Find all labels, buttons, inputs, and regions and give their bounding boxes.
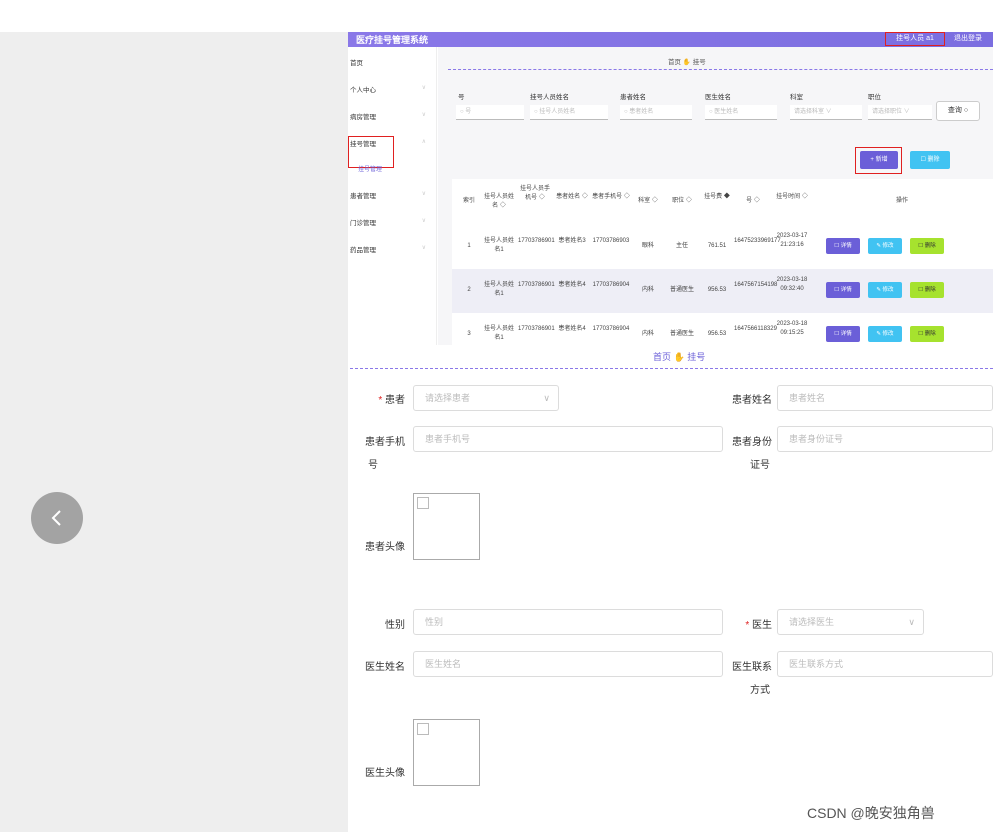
gender-label: 性别 [385, 620, 405, 631]
previous-image-button[interactable] [31, 492, 83, 544]
sidebar-item-clinic[interactable]: 门诊管理 ∨ [348, 213, 436, 229]
query-button[interactable]: 查询 ○ [936, 101, 980, 121]
chevron-down-icon: ∨ [421, 85, 426, 91]
doctor-avatar-label: 医生头像 [365, 768, 405, 779]
broken-image-icon [417, 497, 429, 509]
broken-image-icon [417, 723, 429, 735]
patient-id-label: 患者身份 [732, 437, 772, 448]
breadcrumb-home[interactable]: 首页 [653, 352, 671, 362]
filter-label-number: 号 [458, 94, 465, 101]
sidebar-item-medicine[interactable]: 药品管理 ∨ [348, 240, 436, 256]
doctor-contact-label: 医生联系 [732, 662, 772, 673]
filter-label-registrar: 挂号人员姓名 [530, 94, 569, 101]
registration-form-screenshot: 首页 ✋ 挂号 * 患者 请选择患者 ∨ 患者姓名 患者姓名 患者手机 号 患者手… [350, 345, 993, 832]
patient-label: * 患者 [378, 395, 405, 406]
sidebar-subitem-registration[interactable]: 挂号管理 [358, 164, 382, 173]
delete-button[interactable]: ☐ 删除 [910, 282, 944, 298]
patient-phone-label-cont: 号 [368, 460, 378, 471]
doctor-avatar-upload[interactable] [413, 719, 480, 786]
delete-button[interactable]: ☐ 删除 [910, 326, 944, 342]
gender-input[interactable]: 性别 [413, 609, 723, 635]
breadcrumb-home[interactable]: 首页 [668, 59, 681, 66]
main-content: 首页 ✋ 挂号 号 ○ 号 挂号人员姓名 ○ 挂号人员姓名 患者姓名 ○ 患者姓… [438, 47, 993, 350]
table-header: 索引 挂号人员姓名 ◇ 挂号人员手机号 ◇ 患者姓名 ◇ 患者手机号 ◇ 科室 … [452, 179, 993, 226]
chevron-left-icon [51, 510, 61, 526]
chevron-down-icon: ∨ [421, 191, 426, 197]
filter-label-dept: 科室 [790, 94, 803, 101]
doctor-select[interactable]: 请选择医生 ∨ [777, 609, 924, 635]
edit-button[interactable]: ✎ 修改 [868, 238, 902, 254]
sidebar-item-ward[interactable]: 病房管理 ∨ [348, 107, 436, 123]
detail-button[interactable]: ☐ 详情 [826, 282, 860, 298]
table-row: 1 挂号人员姓名1 17703786901 患者姓名3 17703786903 … [452, 225, 993, 270]
edit-button[interactable]: ✎ 修改 [868, 282, 902, 298]
add-button[interactable]: + 新增 [860, 151, 898, 169]
top-navbar: 医疗挂号管理系统 挂号人员 a1 退出登录 [348, 32, 993, 47]
app-title: 医疗挂号管理系统 [356, 35, 429, 45]
patient-phone-input[interactable]: 患者手机号 [413, 426, 723, 452]
doctor-contact-label-cont: 方式 [750, 685, 770, 696]
doctor-label: * 医生 [745, 620, 772, 631]
chevron-down-icon: ∨ [543, 393, 550, 403]
patient-select[interactable]: 请选择患者 ∨ [413, 385, 559, 411]
breadcrumb: 首页 ✋ 挂号 [668, 56, 706, 66]
detail-button[interactable]: ☐ 详情 [826, 326, 860, 342]
patient-phone-label: 患者手机 [365, 437, 405, 448]
batch-delete-button[interactable]: ☐ 删除 [910, 151, 950, 169]
watermark: CSDN @晚安独角兽 [807, 805, 935, 821]
patient-avatar-upload[interactable] [413, 493, 480, 560]
table-row: 2 挂号人员姓名1 17703786901 患者姓名4 17703786904 … [452, 269, 993, 314]
detail-button[interactable]: ☐ 详情 [826, 238, 860, 254]
chevron-down-icon: ∨ [421, 245, 426, 251]
patient-name-input[interactable]: 患者姓名 [777, 385, 993, 411]
chevron-up-icon: ∧ [421, 139, 426, 145]
logout-link[interactable]: 退出登录 [954, 33, 982, 43]
divider [350, 368, 993, 369]
patient-name-input[interactable]: ○ 患者姓名 [620, 105, 692, 120]
registrar-input[interactable]: ○ 挂号人员姓名 [530, 105, 608, 120]
current-user[interactable]: 挂号人员 a1 [885, 32, 945, 46]
hand-icon: ✋ [673, 352, 685, 362]
breadcrumb-current: 挂号 [687, 352, 706, 362]
dept-select[interactable]: 请选择科室 ∨ [790, 105, 862, 120]
sidebar: 首页 个人中心 ∨ 病房管理 ∨ 挂号管理 ∧ 挂号管理 患者管理 ∨ 门诊管理 ∨ 药品… [348, 47, 437, 350]
chevron-down-icon: ∨ [908, 617, 915, 627]
filter-label-patient: 患者姓名 [620, 94, 646, 101]
sidebar-item-patient[interactable]: 患者管理 ∨ [348, 186, 436, 202]
patient-avatar-label: 患者头像 [365, 542, 405, 553]
divider [448, 69, 993, 70]
breadcrumb-current: 挂号 [692, 59, 706, 66]
patient-id-input[interactable]: 患者身份证号 [777, 426, 993, 452]
delete-button[interactable]: ☐ 删除 [910, 238, 944, 254]
patient-id-label-cont: 证号 [750, 460, 770, 471]
chevron-down-icon: ∨ [421, 218, 426, 224]
sidebar-item-home[interactable]: 首页 [348, 53, 436, 69]
doctor-name-label: 医生姓名 [365, 662, 405, 673]
chevron-down-icon: ∨ [421, 112, 426, 118]
doctor-name-input[interactable]: ○ 医生姓名 [705, 105, 777, 120]
viewer-left-pane [0, 32, 348, 832]
position-select[interactable]: 请选择职位 ∨ [868, 105, 932, 120]
filter-label-doctor: 医生姓名 [705, 94, 731, 101]
doctor-name-input[interactable]: 医生姓名 [413, 651, 723, 677]
sidebar-item-personal[interactable]: 个人中心 ∨ [348, 80, 436, 96]
hand-icon: ✋ [682, 59, 691, 66]
filter-label-position: 职位 [868, 94, 881, 101]
number-input[interactable]: ○ 号 [456, 105, 524, 120]
doctor-contact-input[interactable]: 医生联系方式 [777, 651, 993, 677]
patient-name-label: 患者姓名 [732, 395, 772, 406]
breadcrumb: 首页 ✋ 挂号 [653, 350, 705, 363]
registration-list-screenshot: 医疗挂号管理系统 挂号人员 a1 退出登录 首页 个人中心 ∨ 病房管理 ∨ 挂号管… [348, 32, 993, 350]
edit-button[interactable]: ✎ 修改 [868, 326, 902, 342]
